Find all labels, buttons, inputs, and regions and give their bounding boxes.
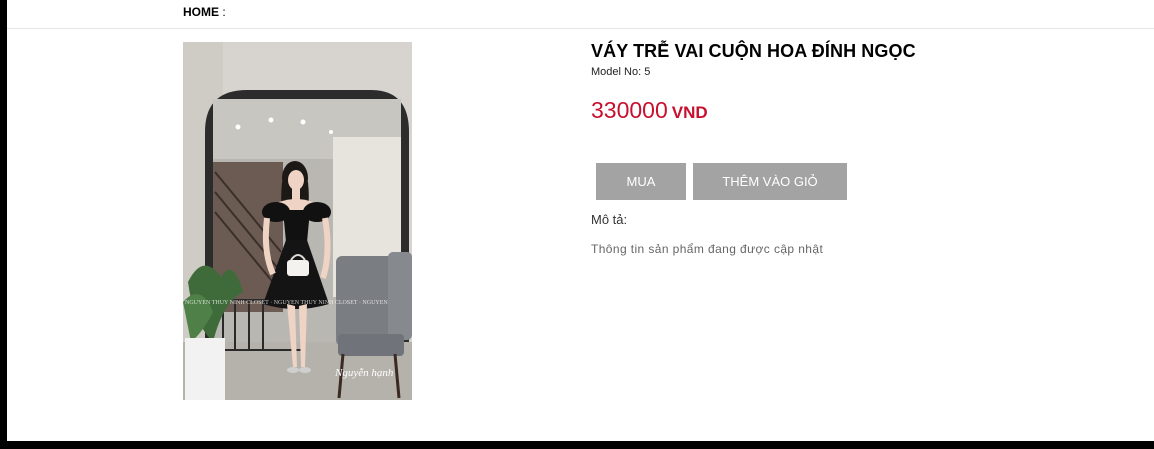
description-text: Thông tin sản phẩm đang được cập nhật (591, 242, 824, 256)
description-label: Mô tả: (591, 212, 628, 227)
add-to-cart-button[interactable]: THÊM VÀO GIỎ (693, 163, 847, 200)
buy-button[interactable]: MUA (596, 163, 686, 200)
product-price: 330000 VND (591, 97, 708, 124)
svg-text:NGUYEN THUY NINH CLOSET · NGUY: NGUYEN THUY NINH CLOSET · NGUYEN THUY NI… (185, 300, 388, 306)
header-divider (7, 28, 1154, 29)
product-model-number: Model No: 5 (591, 66, 651, 78)
photo-signature: Nguyễn hạnh (334, 367, 394, 379)
product-title: VÁY TRỄ VAI CUỘN HOA ĐÍNH NGỌC (591, 41, 916, 61)
breadcrumb-separator: : (222, 5, 226, 19)
price-amount: 330000 (591, 97, 668, 123)
price-currency: VND (671, 103, 708, 122)
product-page: HOME : NGUYEN THUY NINH CLOSET · NGUYEN … (7, 0, 1154, 441)
product-image[interactable]: NGUYEN THUY NINH CLOSET · NGUYEN THUY NI… (183, 42, 412, 400)
breadcrumb: HOME : (183, 5, 226, 19)
product-photo: NGUYEN THUY NINH CLOSET · NGUYEN THUY NI… (183, 42, 412, 400)
breadcrumb-home-link[interactable]: HOME (183, 5, 219, 19)
